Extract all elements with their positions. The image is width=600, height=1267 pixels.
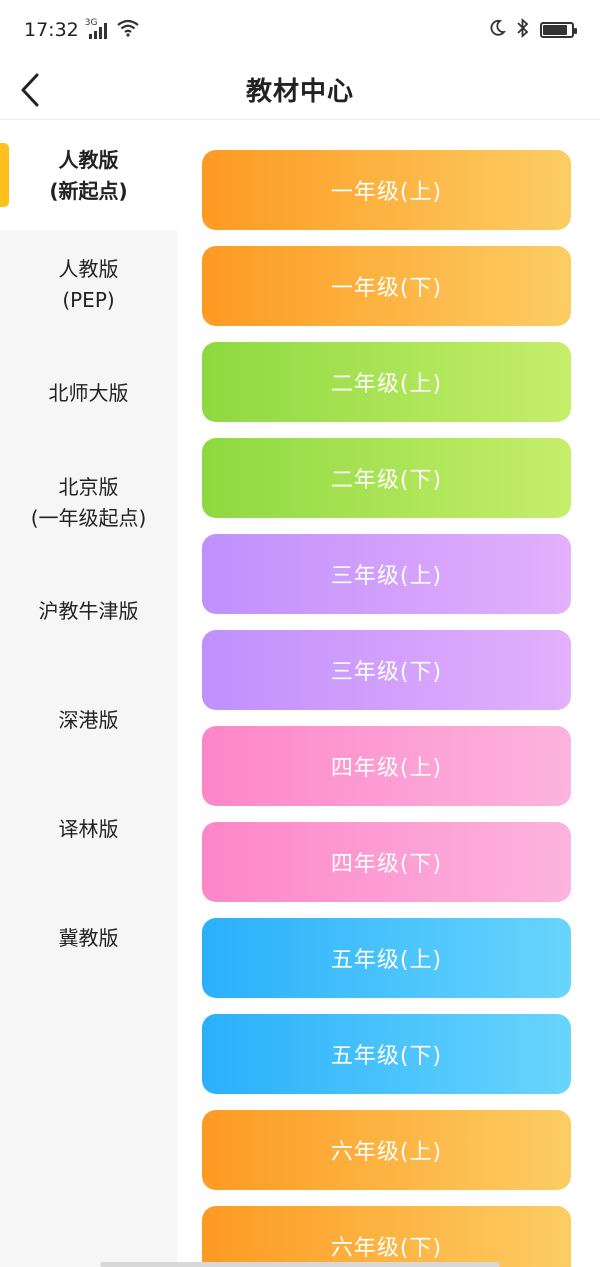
battery-level [543, 25, 567, 35]
grade-button-3-down[interactable]: 三年级(下) [202, 630, 571, 710]
grade-button-4-up[interactable]: 四年级(上) [202, 726, 571, 806]
grade-button-1-down[interactable]: 一年级(下) [202, 246, 571, 326]
battery-icon [540, 22, 577, 38]
sidebar-item-label: 北师大版 [48, 381, 129, 405]
sidebar-item-jijiao[interactable]: 冀教版 [0, 884, 177, 993]
home-indicator [100, 1262, 500, 1267]
sidebar-item-label: 冀教版 [58, 926, 119, 950]
sidebar-item-label: 深港版 [58, 708, 119, 732]
sidebar-item-label: 沪教牛津版 [38, 599, 139, 623]
grade-button-5-down[interactable]: 五年级(下) [202, 1014, 571, 1094]
grade-button-5-up[interactable]: 五年级(上) [202, 918, 571, 998]
moon-icon [488, 19, 506, 41]
grade-button-2-down[interactable]: 二年级(下) [202, 438, 571, 518]
sidebar-item-beijing[interactable]: 北京版 (一年级起点) [0, 448, 177, 557]
grade-button-3-up[interactable]: 三年级(上) [202, 534, 571, 614]
nav-bar: 教材中心 [0, 60, 600, 120]
grade-button-6-up[interactable]: 六年级(上) [202, 1110, 571, 1190]
status-bar: 17:32 3G [0, 0, 600, 60]
grade-button-4-down[interactable]: 四年级(下) [202, 822, 571, 902]
sidebar-item-label: 译林版 [58, 817, 119, 841]
page-title: 教材中心 [245, 77, 354, 107]
grade-button-6-down[interactable]: 六年级(下) [202, 1206, 571, 1267]
grade-list: 一年级(上) 一年级(下) 二年级(上) 二年级(下) 三年级(上) 三年级(下… [177, 121, 600, 1267]
chevron-left-icon [21, 73, 39, 107]
sidebar-item-renjiao-xinqidian[interactable]: 人教版 (新起点) [0, 121, 177, 230]
sidebar-item-hujiao-niujin[interactable]: 沪教牛津版 [0, 557, 177, 666]
back-button[interactable] [20, 60, 70, 120]
grade-button-2-up[interactable]: 二年级(上) [202, 342, 571, 422]
sidebar-item-label: 人教版 (PEP) [58, 256, 119, 312]
status-time: 17:32 [24, 19, 79, 41]
status-left: 17:32 3G [24, 18, 139, 41]
signal-icon: 3G [85, 18, 111, 40]
sidebar-item-yilin[interactable]: 译林版 [0, 775, 177, 884]
wifi-icon [117, 19, 139, 41]
edition-sidebar: 人教版 (新起点) 人教版 (PEP) 北师大版 北京版 (一年级起点) 沪教牛… [0, 121, 177, 1267]
sidebar-item-shengang[interactable]: 深港版 [0, 666, 177, 775]
sidebar-item-renjiao-pep[interactable]: 人教版 (PEP) [0, 230, 177, 339]
status-right [488, 17, 577, 42]
sidebar-item-beishida[interactable]: 北师大版 [0, 339, 177, 448]
grade-button-1-up[interactable]: 一年级(上) [202, 150, 571, 230]
bluetooth-icon [516, 17, 530, 42]
sidebar-item-label: 人教版 (新起点) [49, 147, 128, 203]
sidebar-item-label: 北京版 (一年级起点) [30, 474, 147, 530]
